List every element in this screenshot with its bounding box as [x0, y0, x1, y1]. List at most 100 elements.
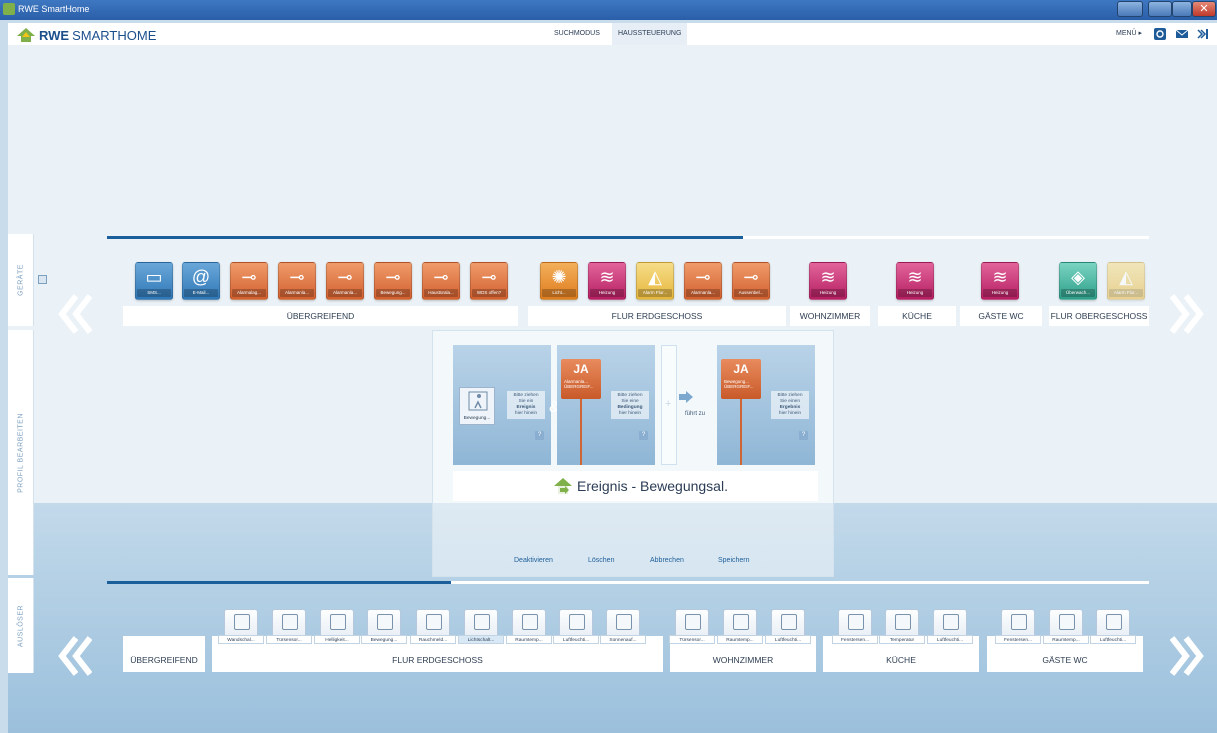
close-button[interactable]: ✕ — [1192, 1, 1216, 17]
ja-label: JA — [733, 362, 749, 376]
ja-detail: Alarmanla... ÜBERGREIF... — [564, 379, 599, 389]
device-tile[interactable]: @ E-Mail... — [182, 262, 220, 300]
device-tile[interactable]: ⊸ Alarmalag... — [230, 262, 268, 300]
devices-prev-icon[interactable] — [58, 292, 92, 336]
tab-devices[interactable]: GERÄTE — [8, 234, 34, 326]
event-slot[interactable]: Bewegung... Bitte ziehen Sie ein Ereigni… — [453, 345, 551, 465]
triggers-prev-icon[interactable] — [58, 634, 92, 678]
thermometer-icon — [1059, 614, 1075, 630]
device-group-label[interactable]: FLUR ERDGESCHOSS — [528, 306, 786, 326]
device-group-label[interactable]: GÄSTE WC — [960, 306, 1042, 326]
device-tile-label: Alarmanla... — [328, 289, 362, 297]
ja-condition-card[interactable]: JA Alarmanla... ÜBERGREIF... — [561, 359, 601, 399]
device-group-label[interactable]: WOHNZIMMER — [790, 306, 870, 326]
mode-search-tab[interactable]: SUCHMODUS — [548, 23, 606, 45]
device-tile[interactable]: ▭ SMS... — [135, 262, 173, 300]
sidebar-toggle-icon[interactable] — [1197, 28, 1209, 40]
condition-slot[interactable]: JA Alarmanla... ÜBERGREIF... Bitte ziehen… — [557, 345, 655, 465]
add-plus: + — [665, 398, 672, 410]
device-tile-label: WDS offen? — [472, 289, 506, 297]
window-sensor-icon — [1011, 614, 1027, 630]
deactivate-button[interactable]: Deaktivieren — [514, 557, 553, 564]
cancel-button[interactable]: Abbrechen — [650, 557, 684, 564]
device-tile[interactable]: ≋ Heizung — [896, 262, 934, 300]
delete-button[interactable]: Löschen — [588, 557, 614, 564]
device-group-label[interactable]: FLUR OBERGESCHOSS — [1049, 306, 1149, 326]
window-titlebar: RWE SmartHome ✕ — [0, 0, 1217, 20]
app-header: RWE SMARTHOME SUCHMODUS HAUSSTEUERUNG ME… — [8, 23, 1217, 45]
device-tile[interactable]: ⊸ Alarmanla... — [278, 262, 316, 300]
device-tile-label: Heizung — [590, 289, 624, 297]
tab-devices-label: GERÄTE — [17, 264, 24, 296]
humidity-icon — [1106, 614, 1122, 630]
device-tile[interactable]: ≋ Heizung — [588, 262, 626, 300]
device-tile-label: Alarmanla... — [280, 289, 314, 297]
device-tile[interactable]: ≋ Heizung — [809, 262, 847, 300]
devices-scroll-progress[interactable] — [107, 236, 1149, 239]
maximize-button[interactable] — [1172, 1, 1192, 17]
help-button[interactable]: ? — [535, 431, 544, 440]
device-tile[interactable]: ⊸ Alarmanla... — [684, 262, 722, 300]
device-tile[interactable]: ✺ Licht... — [540, 262, 578, 300]
humidity-icon — [781, 614, 797, 630]
trigger-tile-label: Luftfeuchti... — [1090, 635, 1136, 644]
trigger-tile-label: Türsensor... — [669, 635, 715, 644]
humidity-icon — [569, 614, 585, 630]
device-tile[interactable]: ◭ Alarm Flur... — [1107, 262, 1145, 300]
door-sensor-icon — [685, 614, 701, 630]
door-sensor-icon — [282, 614, 298, 630]
switch-icon: ⊸ — [743, 267, 759, 287]
device-tile-label: Heizung — [811, 289, 845, 297]
mode-home-control-tab[interactable]: HAUSSTEUERUNG — [612, 23, 688, 45]
ja-detail-line: ÜBERGREIF... — [564, 384, 594, 389]
device-group-label[interactable]: KÜCHE — [878, 306, 956, 326]
tab-profile-label: PROFIL BEARBEITEN — [17, 412, 24, 493]
devices-info-icon[interactable] — [38, 275, 47, 284]
alarm-bell-icon: ◭ — [1119, 267, 1133, 287]
switch-icon: ⊸ — [385, 267, 401, 287]
help-button[interactable]: ? — [639, 431, 648, 440]
add-condition-slot[interactable]: + — [661, 345, 677, 465]
heating-icon: ≋ — [599, 267, 615, 287]
rule-editor-panel: Bewegung... Bitte ziehen Sie ein Ereigni… — [432, 330, 834, 577]
device-tile[interactable]: ⊸ Haustüralа... — [422, 262, 460, 300]
switch-icon: ⊸ — [695, 267, 711, 287]
window-extra-button[interactable] — [1117, 1, 1143, 17]
result-slot[interactable]: JA Bewegung... ÜBERGREIF... Bitte ziehen … — [717, 345, 815, 465]
sunrise-icon — [616, 614, 632, 630]
refresh-icon[interactable] — [1154, 28, 1166, 40]
mail-icon[interactable] — [1176, 28, 1188, 40]
email-at-icon: @ — [191, 267, 211, 287]
device-tile-label: Heizung — [983, 289, 1017, 297]
trigger-group-label[interactable]: ÜBERGREIFEND — [123, 636, 205, 672]
save-button[interactable]: Speichern — [718, 557, 750, 564]
trigger-tile-label: Helligkeit... — [314, 635, 360, 644]
device-tile[interactable]: ◈ Überwach... — [1059, 262, 1097, 300]
triggers-scroll-progress[interactable] — [107, 581, 1149, 584]
devices-next-icon[interactable] — [1170, 292, 1204, 336]
device-tile[interactable]: ⊸ Bewegung... — [374, 262, 412, 300]
minimize-button[interactable] — [1148, 1, 1172, 17]
trigger-group: ÜBERGREIFEND — [123, 636, 205, 672]
menu-button[interactable]: MENÜ ▸ — [1116, 23, 1142, 45]
tab-trigger[interactable]: AUSLÖSER — [8, 578, 34, 673]
device-tile[interactable]: ⊸ Alarmanla... — [326, 262, 364, 300]
triggers-next-icon[interactable] — [1170, 634, 1204, 678]
help-button[interactable]: ? — [799, 431, 808, 440]
leads-to-arrow-icon — [679, 391, 693, 403]
trigger-tile-label: Raumtemp... — [717, 635, 763, 644]
hint-line: hier hinein — [618, 411, 642, 416]
wall-switch-icon — [234, 614, 250, 630]
device-tile[interactable]: ⊸ Aussenbel... — [732, 262, 770, 300]
device-tile[interactable]: ◭ Alarm Flur... — [636, 262, 674, 300]
device-tile[interactable]: ≋ Heizung — [981, 262, 1019, 300]
camera-icon: ◈ — [1071, 267, 1085, 287]
ja-detail-line: ÜBERGREIF... — [724, 384, 754, 389]
device-group-label[interactable]: ÜBERGREIFEND — [123, 306, 518, 326]
trigger-tile-label: Rauchmeld... — [410, 635, 456, 644]
ja-result-card[interactable]: JA Bewegung... ÜBERGREIF... — [721, 359, 761, 399]
trigger-card[interactable]: Bewegung... — [459, 387, 495, 425]
trigger-tile-label: Sonnenauf... — [600, 635, 646, 644]
device-tile[interactable]: ⊸ WDS offen? — [470, 262, 508, 300]
tab-profile-edit[interactable]: PROFIL BEARBEITEN — [8, 330, 34, 575]
